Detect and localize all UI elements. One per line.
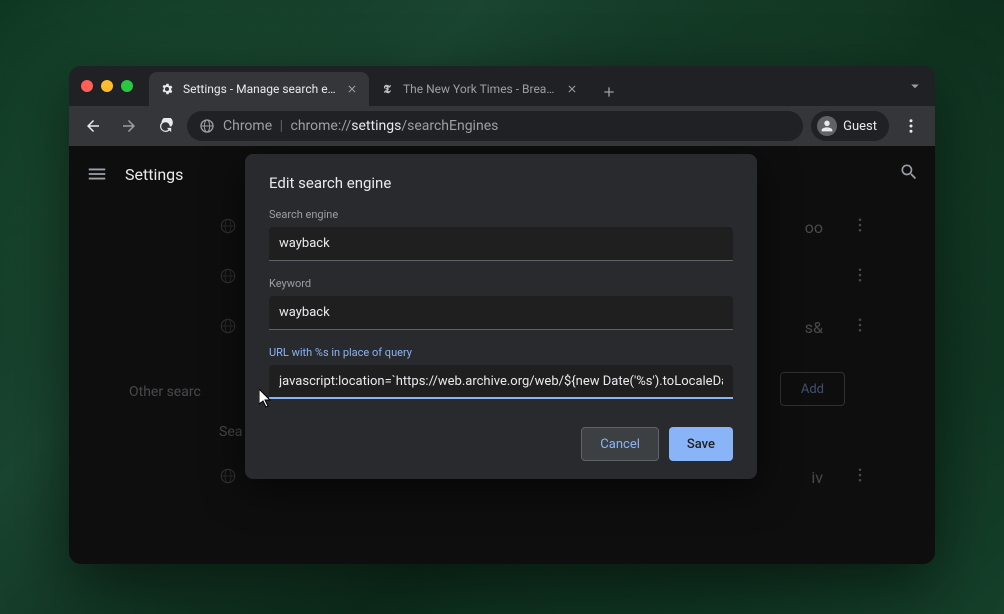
search-engine-name-field: Search engine [269, 208, 733, 261]
window-maximize-button[interactable] [121, 80, 133, 92]
back-button[interactable] [79, 112, 107, 140]
save-button[interactable]: Save [669, 427, 733, 461]
edit-search-engine-dialog: Edit search engine Search engine Keyword… [245, 154, 757, 479]
reload-button[interactable] [151, 112, 179, 140]
content-area: Settings oo [69, 146, 935, 564]
gear-icon [159, 81, 175, 97]
address-bar[interactable]: Chrome | chrome://settings/searchEngines [187, 111, 803, 141]
globe-icon [219, 267, 239, 287]
url-text: Chrome | chrome://settings/searchEngines [223, 118, 498, 134]
site-info-icon[interactable] [199, 118, 215, 134]
window-controls [81, 80, 133, 92]
tab-nyt[interactable]: 𝕿 The New York Times - Breaking [369, 72, 589, 106]
browser-window: Settings - Manage search engi 𝕿 The New … [69, 66, 935, 564]
cancel-button[interactable]: Cancel [581, 427, 659, 461]
field-label: URL with %s in place of query [269, 346, 733, 359]
page-title: Settings [125, 165, 183, 184]
field-label: Keyword [269, 277, 733, 290]
new-tab-button[interactable] [595, 78, 623, 106]
dialog-title: Edit search engine [269, 174, 733, 192]
keyword-field: Keyword [269, 277, 733, 330]
tab-settings[interactable]: Settings - Manage search engi [149, 72, 369, 106]
window-minimize-button[interactable] [101, 80, 113, 92]
tabs-container: Settings - Manage search engi 𝕿 The New … [149, 66, 935, 106]
close-icon[interactable] [345, 82, 359, 96]
tab-overflow-button[interactable] [905, 76, 925, 96]
row-menu-button[interactable] [851, 466, 875, 488]
hamburger-menu-button[interactable] [85, 162, 109, 186]
tab-title: Settings - Manage search engi [183, 82, 337, 96]
tab-bar: Settings - Manage search engi 𝕿 The New … [69, 66, 935, 106]
field-label: Search engine [269, 208, 733, 221]
globe-icon [219, 317, 239, 337]
globe-icon [219, 467, 239, 487]
window-close-button[interactable] [81, 80, 93, 92]
add-engine-button[interactable]: Add [780, 372, 845, 406]
toolbar: Chrome | chrome://settings/searchEngines… [69, 106, 935, 146]
search-button[interactable] [899, 162, 919, 186]
url-field: URL with %s in place of query [269, 346, 733, 399]
nyt-icon: 𝕿 [379, 81, 395, 97]
profile-button[interactable]: Guest [811, 111, 889, 141]
avatar-icon [817, 116, 837, 136]
row-menu-button[interactable] [851, 316, 875, 338]
url-input[interactable] [269, 365, 733, 399]
search-engine-name-input[interactable] [269, 227, 733, 261]
desktop-wallpaper: Settings - Manage search engi 𝕿 The New … [0, 0, 1004, 614]
tab-title: The New York Times - Breaking [403, 82, 557, 96]
close-icon[interactable] [565, 82, 579, 96]
keyword-input[interactable] [269, 296, 733, 330]
globe-icon [219, 217, 239, 237]
forward-button[interactable] [115, 112, 143, 140]
row-menu-button[interactable] [851, 266, 875, 288]
browser-menu-button[interactable] [897, 112, 925, 140]
profile-label: Guest [843, 119, 877, 134]
row-menu-button[interactable] [851, 216, 875, 238]
dialog-actions: Cancel Save [269, 427, 733, 461]
